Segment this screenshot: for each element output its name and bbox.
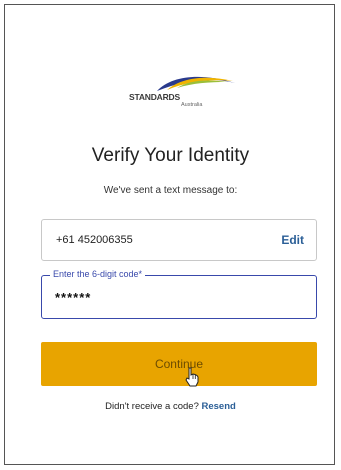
page-title: Verify Your Identity	[91, 145, 250, 166]
logo-wordmark: STANDARDS	[129, 92, 180, 102]
resend-link[interactable]: Resend	[202, 401, 236, 412]
code-field-label: Enter the 6-digit code*	[50, 269, 146, 279]
code-input-value[interactable]: ******	[55, 291, 91, 304]
edit-phone-link[interactable]: Edit	[281, 233, 304, 247]
resend-prompt: Didn't receive a code?	[105, 401, 199, 412]
continue-button[interactable]: Continue	[41, 342, 317, 386]
standards-australia-logo: STANDARDS Australia	[127, 71, 237, 111]
verification-code-field[interactable]: Enter the 6-digit code* ******	[41, 269, 317, 319]
resend-row: Didn't receive a code? Resend	[5, 401, 336, 412]
phone-display: +61 452006355 Edit	[41, 219, 317, 261]
page-subtitle: We've sent a text message to:	[103, 185, 238, 196]
verify-card: STANDARDS Australia Verify Your Identity…	[4, 4, 335, 465]
hand-pointer-icon	[185, 367, 199, 387]
phone-number: +61 452006355	[56, 234, 133, 246]
logo-subtext: Australia	[181, 102, 203, 108]
